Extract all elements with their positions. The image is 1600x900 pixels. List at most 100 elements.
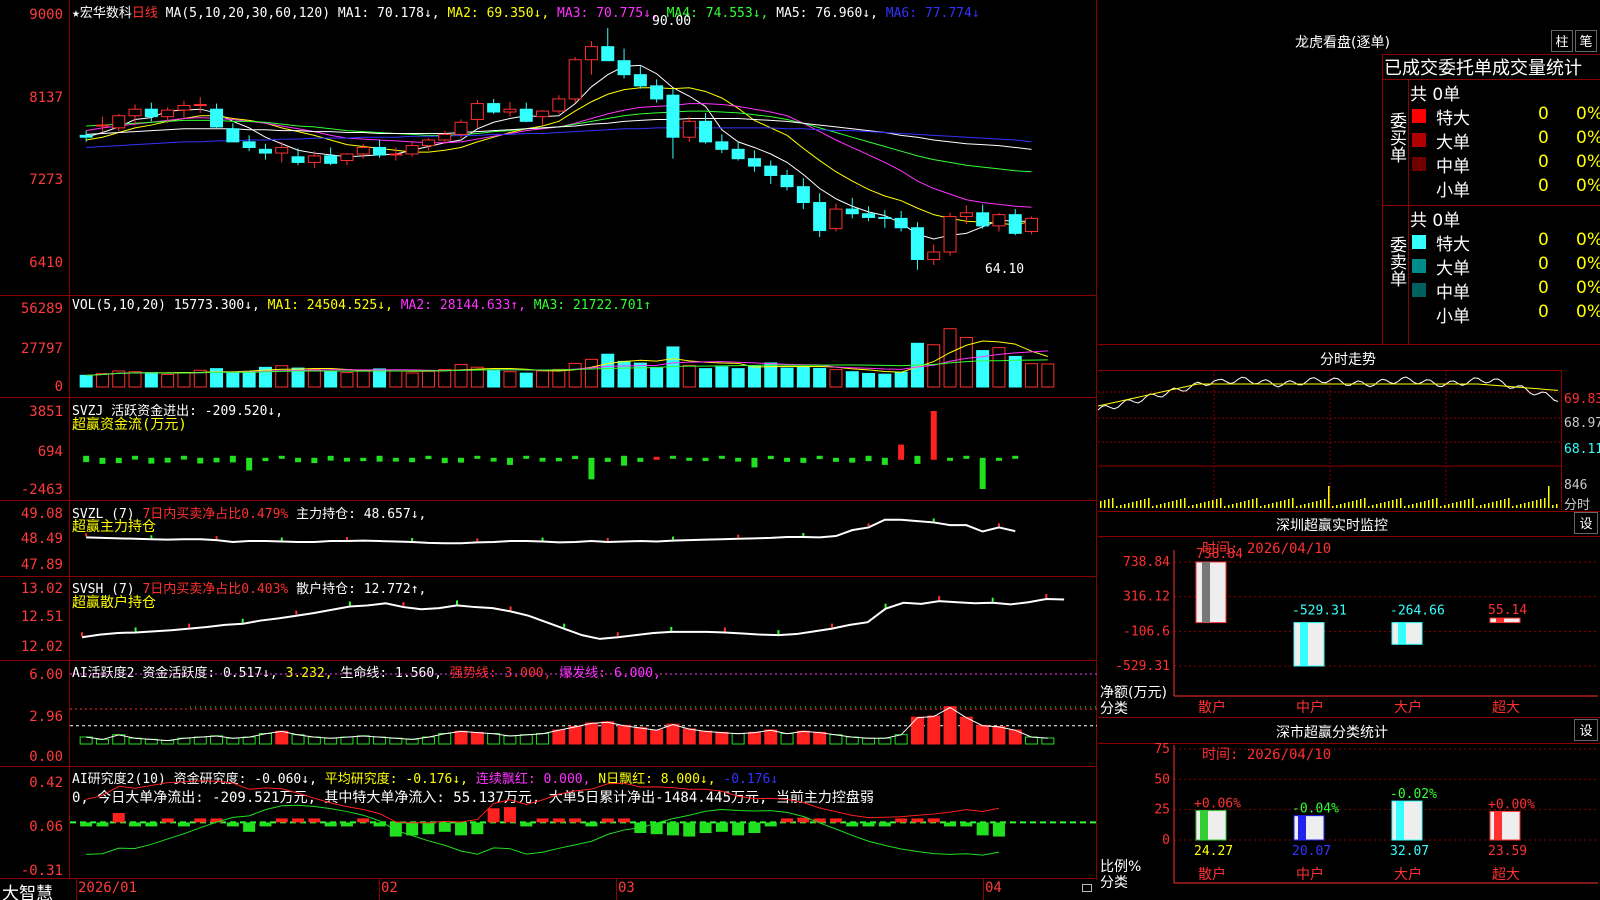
svzj-bar	[800, 457, 807, 463]
monitor-category-label: 超大	[1492, 700, 1520, 716]
svzj-bar	[784, 457, 791, 462]
tick-mode-button[interactable]: 笔	[1575, 30, 1597, 52]
intra-vol-bar	[1220, 498, 1222, 508]
volume-bar	[894, 371, 908, 388]
order-row: 特大 0 0%	[1408, 230, 1600, 255]
svzj-bar	[1012, 455, 1019, 459]
order-row: 小单 0 0%	[1408, 302, 1600, 327]
svzj-bar	[327, 455, 334, 461]
ai1-bar	[650, 729, 664, 745]
buy-rows: 特大 0 0% 大单 0 0% 中单 0 0% 小单 0 0%	[1408, 104, 1600, 204]
intra-vol-bar	[1292, 498, 1294, 508]
svzj-chart[interactable]	[70, 397, 1097, 500]
volume-chart[interactable]	[70, 295, 1097, 397]
volume-bar	[601, 353, 615, 388]
intraday-chart[interactable]	[1097, 370, 1562, 510]
svzl-tick	[997, 523, 1000, 527]
order-pct: 0%	[1576, 302, 1600, 322]
intra-vol-bar	[1332, 506, 1334, 508]
intra-vol-bar	[1444, 505, 1446, 508]
volume-bar	[128, 371, 142, 388]
xaxis-label: 2026/01	[78, 880, 138, 896]
monitor-chart[interactable]: 738.84 316.12 -106.6 -529.31 738.84 散户 -529.31…	[1098, 536, 1600, 716]
legend-swatch	[1412, 181, 1426, 195]
candle-body	[976, 212, 990, 227]
intra-vol-bar	[1112, 498, 1114, 508]
bar-mode-button[interactable]: 柱	[1551, 30, 1573, 52]
volume-bar	[943, 328, 957, 388]
svzj-bar	[197, 457, 204, 464]
candle-body	[275, 146, 289, 154]
intra-vol-bar	[1472, 498, 1474, 508]
monitor-category: 分类	[1100, 701, 1128, 717]
ai2-bar	[487, 808, 500, 823]
price-chart[interactable]	[70, 0, 1097, 295]
ai2-bar	[112, 812, 125, 823]
intra-vol-bar	[1108, 499, 1110, 508]
xaxis-label: 03	[618, 880, 635, 896]
ai1-chart[interactable]	[70, 660, 1097, 766]
ytick: 12.51	[20, 609, 63, 625]
ytick: 694	[37, 444, 63, 460]
svsh-tick	[777, 630, 780, 635]
ai2-chart[interactable]	[70, 766, 1097, 878]
candle-body	[829, 208, 843, 230]
svzj-bar	[979, 457, 986, 489]
ai2-bar	[992, 822, 1005, 837]
classify-value-label: 24.27	[1194, 844, 1233, 859]
legend-swatch	[1412, 109, 1426, 123]
dragon-subtitle: 已成交委托单成交量统计	[1384, 58, 1582, 79]
volume-bar	[95, 373, 109, 388]
svzj-bar	[246, 457, 253, 471]
intra-vol-bar	[1256, 498, 1258, 508]
candle-body	[910, 227, 924, 260]
order-row: 特大 0 0%	[1408, 104, 1600, 129]
ai2-bar	[145, 822, 158, 827]
intra-vol-bar	[1540, 499, 1542, 508]
intra-vol-bar	[1132, 502, 1134, 508]
svzj-bar	[686, 457, 693, 461]
candle-body	[747, 158, 761, 167]
ai2-bar	[406, 822, 419, 836]
monitor-bar-shade	[1496, 618, 1504, 623]
ai1-bar	[307, 736, 321, 745]
monitor-settings-button[interactable]: 设	[1574, 512, 1598, 534]
svsh-chart[interactable]	[70, 576, 1097, 660]
svzj-bar	[425, 455, 432, 460]
svsh-tick	[456, 600, 458, 605]
intra-vol-bar	[1344, 503, 1346, 508]
candle-body	[242, 141, 256, 148]
candle-body	[389, 153, 403, 156]
candle-body	[438, 133, 452, 141]
candle-body	[193, 104, 207, 107]
intra-vol-bar	[1520, 504, 1522, 508]
svzl-tick	[280, 537, 283, 541]
intra-vol-bar	[1484, 504, 1486, 508]
svzj-bar	[702, 457, 709, 462]
intra-vol-bar	[1168, 502, 1170, 508]
svzl-tick	[541, 537, 544, 541]
classify-settings-button[interactable]: 设	[1574, 719, 1598, 741]
candle-body	[95, 124, 109, 127]
svzj-bar	[458, 457, 465, 463]
candle-body	[258, 148, 272, 154]
volume-bar	[633, 362, 647, 388]
candle-body	[503, 108, 517, 113]
intra-vol-bar	[1448, 504, 1450, 508]
intra-vol-bar	[1180, 499, 1182, 508]
intra-vol-bar	[1528, 502, 1530, 508]
classify-chart[interactable]: 75 50 25 0 +0.06% 24.27 散户 -0.04% 20.07 中户 -0.02% 3…	[1098, 742, 1600, 900]
intra-vol-bar	[1244, 501, 1246, 508]
svsh-tick	[991, 597, 994, 602]
ai1-bar	[1025, 736, 1039, 745]
intra-vol-bar	[1156, 505, 1158, 508]
svsh-tick	[188, 623, 191, 628]
svsh-tick	[134, 627, 137, 632]
candle-body	[291, 156, 305, 163]
ytick: 0.06	[29, 819, 63, 835]
intra-vol-bar	[1364, 498, 1366, 508]
svzl-chart[interactable]	[70, 500, 1097, 576]
intra-vol-bar	[1148, 498, 1150, 508]
lock-icon[interactable]	[1082, 884, 1092, 892]
volume-bar	[699, 368, 713, 388]
